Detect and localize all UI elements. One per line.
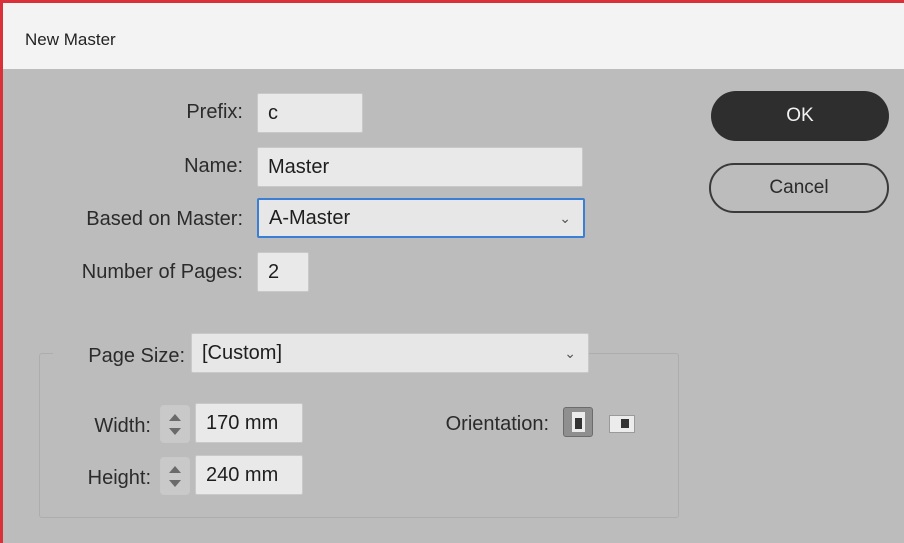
based-on-master-value: A-Master <box>269 207 351 229</box>
ok-button[interactable]: OK <box>711 91 889 141</box>
chevron-down-icon: ⌄ <box>559 210 571 226</box>
stepper-down-icon <box>169 428 181 435</box>
height-label: Height: <box>87 467 151 489</box>
chevron-down-icon: ⌄ <box>564 345 576 361</box>
portrait-orientation-icon[interactable] <box>563 407 593 437</box>
stepper-down-icon <box>169 480 181 487</box>
orientation-label: Orientation: <box>445 413 549 435</box>
height-input[interactable]: 240 mm <box>195 455 303 495</box>
height-stepper[interactable] <box>160 457 190 495</box>
dialog-title: New Master <box>25 30 116 49</box>
figure-shape <box>621 419 629 428</box>
stepper-up-icon <box>169 414 181 421</box>
width-label: Width: <box>94 415 151 437</box>
figure-shape <box>575 418 582 429</box>
based-on-master-select[interactable]: A-Master ⌄ <box>257 198 585 238</box>
new-master-dialog: New Master Prefix: c Name: Master Based … <box>0 0 904 543</box>
prefix-input[interactable]: c <box>257 93 363 133</box>
dialog-titlebar: New Master <box>3 3 904 69</box>
landscape-orientation-icon[interactable] <box>607 409 637 437</box>
page-size-value: [Custom] <box>202 342 283 364</box>
width-input[interactable]: 170 mm <box>195 403 303 443</box>
prefix-label: Prefix: <box>186 101 243 123</box>
based-on-master-label: Based on Master: <box>86 208 243 230</box>
name-label: Name: <box>184 155 243 177</box>
width-stepper[interactable] <box>160 405 190 443</box>
number-of-pages-label: Number of Pages: <box>81 261 243 283</box>
name-input[interactable]: Master <box>257 147 583 187</box>
stepper-up-icon <box>169 466 181 473</box>
page-size-select[interactable]: [Custom] ⌄ <box>191 333 589 373</box>
page-size-label: Page Size: <box>53 345 191 368</box>
number-of-pages-input[interactable]: 2 <box>257 252 309 292</box>
cancel-button[interactable]: Cancel <box>709 163 889 213</box>
